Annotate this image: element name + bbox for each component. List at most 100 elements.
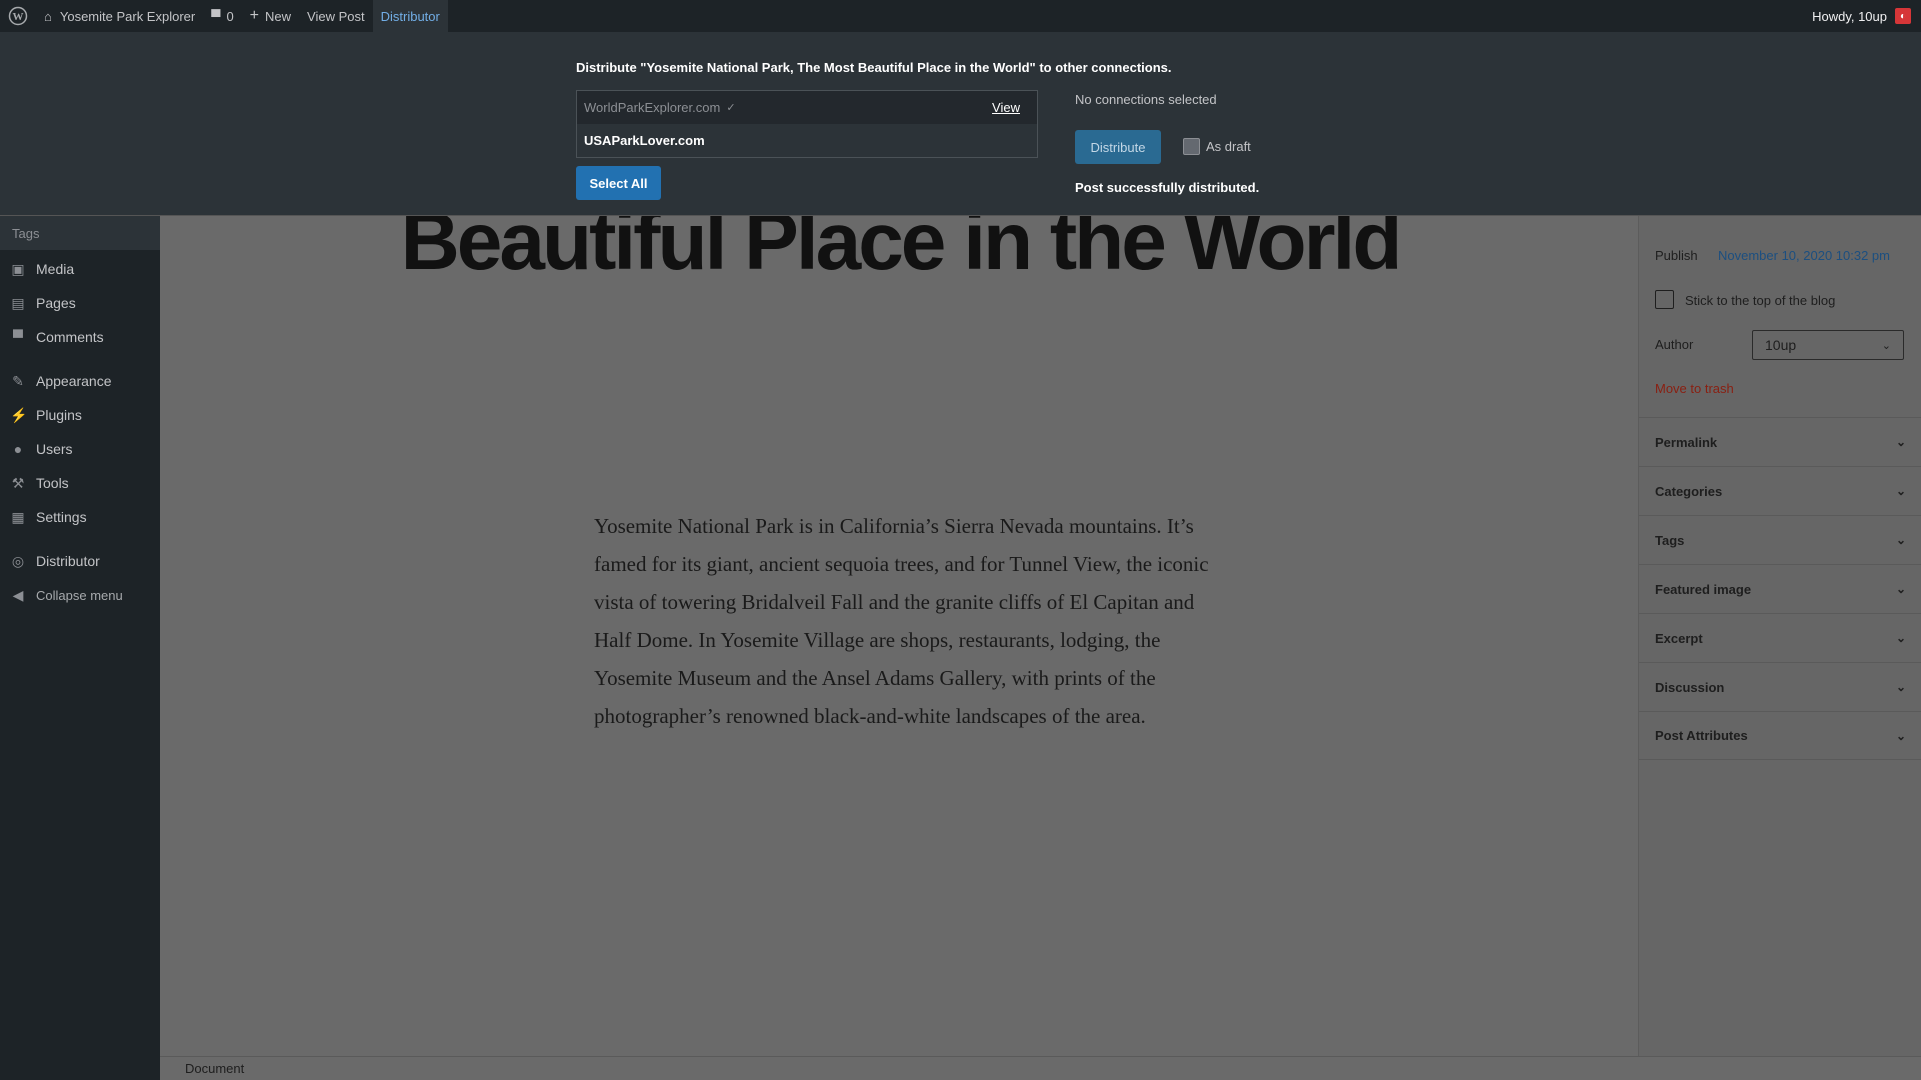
view-post-link[interactable]: View Post	[299, 0, 373, 32]
editor-canvas: Yosemite National Park, The Most Beautif…	[160, 216, 1638, 1056]
chevron-down-icon: ⌄	[1895, 484, 1906, 498]
home-icon: ⌂	[44, 8, 52, 24]
panel-title: Featured image	[1655, 581, 1752, 597]
panel-discussion[interactable]: Discussion ⌄	[1639, 662, 1921, 711]
block-breadcrumb: Document	[160, 1056, 1921, 1080]
move-to-trash-link[interactable]: Move to trash	[1655, 381, 1734, 396]
panel-permalink[interactable]: Permalink ⌄	[1639, 417, 1921, 466]
comments-link[interactable]: ▀ 0	[203, 0, 241, 32]
admin-bar: W ⌂ Yosemite Park Explorer ▀ 0 + New Vie…	[0, 0, 1921, 32]
no-connections-text: No connections selected	[1075, 92, 1217, 107]
view-connection-link[interactable]: View	[992, 100, 1030, 115]
panel-title: Tags	[1655, 532, 1685, 548]
post-title[interactable]: Yosemite National Park, The Most Beautif…	[200, 216, 1600, 290]
sticky-checkbox[interactable]	[1655, 290, 1674, 309]
connection-list: WorldParkExplorer.com ✓ View USAParkLove…	[576, 90, 1038, 158]
connection-item-worldparkexplorer: WorldParkExplorer.com ✓ View	[577, 91, 1037, 124]
chevron-down-icon: ⌄	[1895, 582, 1906, 596]
new-content-link[interactable]: + New	[242, 0, 299, 32]
author-value: 10up	[1765, 337, 1797, 353]
panel-title: Post Attributes	[1655, 728, 1748, 743]
appearance-icon: ✎	[12, 373, 24, 389]
site-name: Yosemite Park Explorer	[59, 8, 196, 24]
panel-title: Categories	[1655, 483, 1723, 499]
comment-bubble-icon: ▀	[211, 8, 221, 24]
select-all-button[interactable]: Select All	[576, 166, 661, 200]
menu-label: Media	[36, 261, 75, 277]
wordpress-logo-icon[interactable]: W	[0, 0, 36, 32]
connection-name: WorldParkExplorer.com	[584, 100, 721, 115]
svg-text:W: W	[13, 11, 24, 23]
publish-date-link[interactable]: November 10, 2020 10:32 pm	[1718, 248, 1890, 263]
menu-item-distributor[interactable]: ◎ Distributor	[0, 544, 160, 578]
menu-item-media[interactable]: ▣ Media	[0, 252, 160, 286]
comments-icon: ▀	[13, 329, 23, 345]
panel-excerpt[interactable]: Excerpt ⌄	[1639, 613, 1921, 662]
chevron-down-icon: ⌄	[1895, 680, 1906, 694]
panel-featured-image[interactable]: Featured image ⌄	[1639, 564, 1921, 613]
panel-categories[interactable]: Categories ⌄	[1639, 466, 1921, 515]
plugins-icon: ⚡	[10, 407, 28, 423]
as-draft-label: As draft	[1206, 139, 1251, 154]
connection-item-usaparklover[interactable]: USAParkLover.com	[577, 124, 1037, 157]
success-message: Post successfully distributed.	[1075, 180, 1260, 195]
as-draft-checkbox[interactable]	[1183, 138, 1200, 155]
tools-icon: ⚒	[11, 475, 25, 491]
menu-label: Comments	[36, 329, 104, 345]
menu-label: Distributor	[36, 553, 100, 569]
menu-label: Users	[36, 441, 73, 457]
menu-label: Collapse menu	[36, 587, 123, 603]
my-account-link[interactable]: Howdy, 10up ◐	[1804, 0, 1921, 32]
collapse-icon: ◀	[12, 587, 24, 603]
panel-tags[interactable]: Tags ⌄	[1639, 515, 1921, 564]
menu-item-plugins[interactable]: ⚡ Plugins	[0, 398, 160, 432]
menu-item-appearance[interactable]: ✎ Appearance	[0, 364, 160, 398]
menu-label: Appearance	[36, 373, 112, 389]
users-icon: ●	[13, 441, 23, 457]
menu-item-pages[interactable]: ▤ Pages	[0, 286, 160, 320]
menu-label: Plugins	[36, 407, 82, 423]
howdy-text: Howdy, 10up	[1812, 8, 1887, 24]
plus-icon: +	[249, 7, 260, 24]
settings-sidebar: Publish November 10, 2020 10:32 pm Stick…	[1638, 216, 1921, 1056]
chevron-down-icon: ⌄	[1895, 631, 1906, 645]
breadcrumb-document[interactable]: Document	[185, 1061, 244, 1076]
post-paragraph[interactable]: Yosemite National Park is in California’…	[594, 507, 1214, 735]
distributor-icon: ◎	[11, 553, 25, 569]
site-name-link[interactable]: ⌂ Yosemite Park Explorer	[36, 0, 203, 32]
author-label: Author	[1655, 337, 1694, 352]
chevron-down-icon: ⌄	[1895, 435, 1906, 449]
sticky-label: Stick to the top of the blog	[1685, 293, 1836, 308]
as-draft-toggle[interactable]: As draft	[1183, 138, 1251, 155]
menu-item-users[interactable]: ● Users	[0, 432, 160, 466]
connection-name: USAParkLover.com	[584, 133, 705, 148]
new-label: New	[265, 8, 292, 24]
distributor-link[interactable]: Distributor	[372, 0, 448, 32]
submenu-item-tags[interactable]: Tags	[0, 216, 160, 250]
menu-item-settings[interactable]: ▦ Settings	[0, 500, 160, 534]
chevron-down-icon: ⌄	[1881, 339, 1891, 352]
chevron-down-icon: ⌄	[1895, 728, 1906, 743]
avatar: ◐	[1895, 8, 1911, 24]
menu-label: Pages	[36, 295, 76, 311]
panel-title: Permalink	[1655, 434, 1718, 450]
author-select[interactable]: 10up ⌄	[1752, 330, 1904, 360]
menu-label: Tools	[36, 475, 69, 491]
menu-item-comments[interactable]: ▀ Comments	[0, 320, 160, 354]
media-icon: ▣	[11, 261, 25, 277]
distributor-heading: Distribute "Yosemite National Park, The …	[576, 60, 1172, 75]
publish-label: Publish	[1655, 248, 1698, 263]
panel-title: Excerpt	[1655, 630, 1703, 646]
menu-item-tools[interactable]: ⚒ Tools	[0, 466, 160, 500]
menu-label: Settings	[36, 509, 87, 525]
collapse-menu-button[interactable]: ◀ Collapse menu	[0, 578, 160, 612]
comments-count: 0	[226, 8, 234, 24]
pages-icon: ▤	[11, 295, 25, 311]
panel-post-attributes[interactable]: Post Attributes ⌄	[1639, 711, 1921, 760]
distribute-button[interactable]: Distribute	[1075, 130, 1161, 164]
checkmark-icon: ✓	[726, 102, 736, 114]
admin-menu: Tags ▣ Media ▤ Pages ▀ Comments ✎ Appearance…	[0, 216, 160, 1080]
panel-title: Discussion	[1655, 679, 1725, 695]
distributor-panel: Distribute "Yosemite National Park, The …	[0, 32, 1921, 216]
settings-icon: ▦	[11, 509, 25, 525]
